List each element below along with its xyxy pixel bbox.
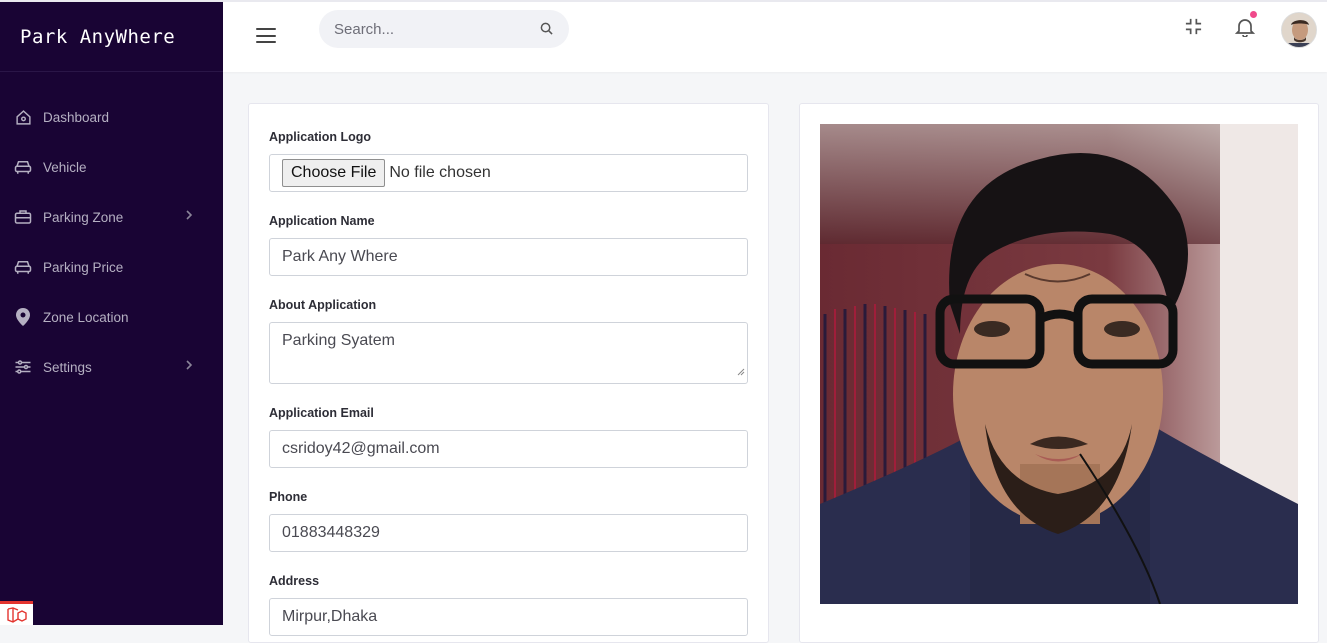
about-application-label: About Application	[269, 298, 377, 312]
sidebar-item-zone-location[interactable]: Zone Location	[0, 292, 223, 342]
collapse-fullscreen-icon[interactable]	[1184, 17, 1203, 41]
search-input[interactable]	[334, 20, 524, 38]
menu-toggle-icon[interactable]	[256, 28, 276, 48]
application-logo-file-input[interactable]: Choose File No file chosen	[269, 154, 748, 192]
address-input[interactable]: Mirpur,Dhaka	[269, 598, 748, 636]
sliders-icon	[14, 358, 32, 376]
sidebar-nav: Dashboard Vehicle Parking Zone Parking P…	[0, 72, 223, 392]
about-application-value: Parking Syatem	[282, 332, 395, 349]
laravel-debugbar-icon[interactable]	[0, 601, 33, 625]
settings-form-card: Application Logo Choose File No file cho…	[248, 103, 769, 643]
sidebar-item-label: Vehicle	[43, 159, 87, 175]
sidebar-item-label: Zone Location	[43, 309, 129, 325]
sidebar-item-label: Parking Price	[43, 259, 124, 275]
about-application-textarea[interactable]: Parking Syatem	[269, 322, 748, 384]
resize-handle-icon[interactable]	[736, 363, 745, 381]
brand-name: Park AnyWhere	[20, 25, 176, 48]
notification-badge	[1250, 11, 1257, 18]
sidebar: Park AnyWhere Dashboard Vehicle Parking …	[0, 0, 223, 625]
logo-preview-card	[799, 103, 1319, 643]
application-logo-label: Application Logo	[269, 130, 372, 144]
application-email-field: Application Email csridoy42@gmail.com	[269, 405, 748, 468]
phone-field: Phone 01883448329	[269, 489, 748, 552]
sidebar-item-parking-zone[interactable]: Parking Zone	[0, 192, 223, 242]
address-field: Address Mirpur,Dhaka	[269, 573, 748, 636]
choose-file-button[interactable]: Choose File	[282, 159, 386, 187]
avatar[interactable]	[1281, 12, 1317, 48]
chevron-right-icon	[185, 359, 193, 374]
application-name-field: Application Name Park Any Where	[269, 213, 748, 276]
chevron-right-icon	[185, 209, 193, 224]
home-icon	[14, 108, 32, 126]
topbar	[223, 0, 1327, 72]
phone-input[interactable]: 01883448329	[269, 514, 748, 552]
application-name-input[interactable]: Park Any Where	[269, 238, 748, 276]
sidebar-item-dashboard[interactable]: Dashboard	[0, 92, 223, 142]
sidebar-item-vehicle[interactable]: Vehicle	[0, 142, 223, 192]
logo-preview-image	[820, 124, 1298, 604]
sidebar-item-settings[interactable]: Settings	[0, 342, 223, 392]
car-icon	[14, 258, 32, 276]
address-label: Address	[269, 574, 320, 588]
search-icon[interactable]	[540, 22, 553, 40]
application-name-label: Application Name	[269, 214, 375, 228]
sidebar-item-parking-price[interactable]: Parking Price	[0, 242, 223, 292]
phone-label: Phone	[269, 490, 308, 504]
sidebar-item-label: Settings	[43, 359, 92, 375]
briefcase-icon	[14, 208, 32, 226]
application-logo-field: Application Logo Choose File No file cho…	[269, 129, 748, 192]
notification-bell-icon[interactable]	[1234, 11, 1257, 42]
sidebar-item-label: Parking Zone	[43, 209, 124, 225]
sidebar-item-label: Dashboard	[43, 109, 110, 125]
application-email-label: Application Email	[269, 406, 374, 420]
search-box	[319, 10, 569, 48]
map-pin-icon	[14, 308, 32, 326]
no-file-text: No file chosen	[389, 164, 491, 181]
application-email-input[interactable]: csridoy42@gmail.com	[269, 430, 748, 468]
about-application-field: About Application Parking Syatem	[269, 297, 748, 384]
car-icon	[14, 158, 32, 176]
brand-logo[interactable]: Park AnyWhere	[0, 2, 223, 72]
